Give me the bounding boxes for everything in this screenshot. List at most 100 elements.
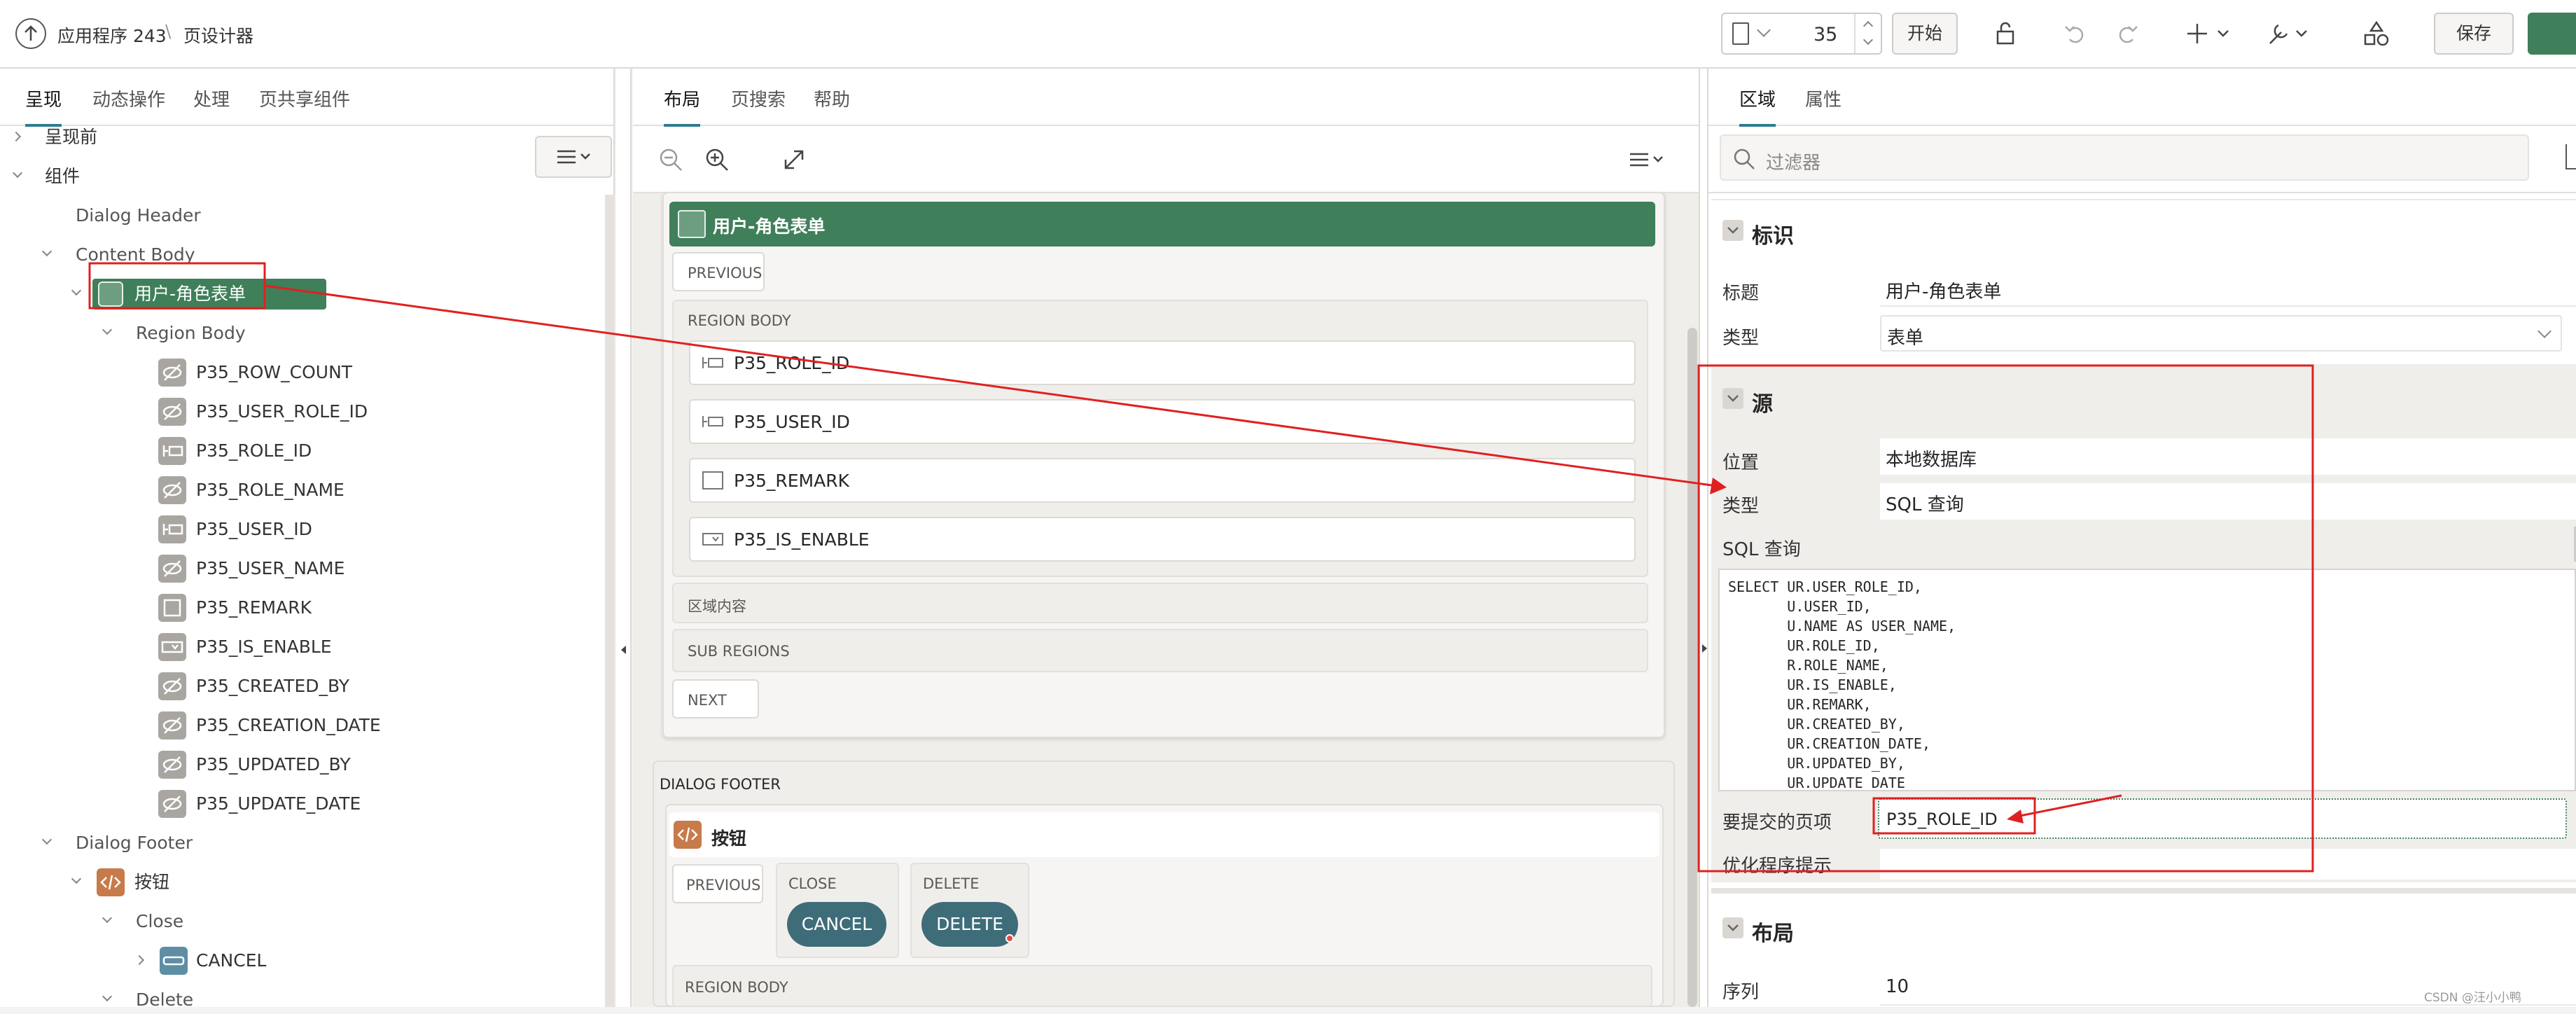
chevron-down-icon[interactable]	[2537, 324, 2551, 338]
location-select[interactable]: 本地数据库	[1880, 438, 2576, 475]
form-region-icon	[98, 282, 123, 307]
left-scrollbar[interactable]	[605, 195, 615, 1007]
tree-item-label: P35_CREATION_DATE	[196, 715, 381, 735]
tree-item-label: P35_IS_ENABLE	[196, 637, 332, 657]
expand-icon[interactable]	[780, 146, 808, 174]
layout-item-slot[interactable]: P35_ROLE_ID	[689, 340, 1636, 385]
filter-placeholder: 过滤器	[1766, 153, 1821, 174]
collapse-chevron-icon[interactable]	[1722, 220, 1743, 241]
sequence-value: 10	[1886, 976, 1909, 997]
layout-item-label: P35_IS_ENABLE	[734, 529, 870, 550]
tab-region[interactable]: 区域	[1739, 85, 1776, 127]
watermark: CSDN @汪小小鸭	[2424, 991, 2521, 1005]
region-content-slot[interactable]: 区域内容	[672, 583, 1648, 623]
page-stepper[interactable]	[1854, 14, 1882, 53]
button-icon	[160, 947, 188, 975]
delete-slot-label: DELETE	[923, 875, 980, 892]
hidden-item-icon	[158, 555, 186, 583]
hidden-item-icon	[158, 398, 186, 426]
form-region-title: 用户-角色表单	[713, 216, 826, 237]
zoom-in-icon[interactable]	[703, 146, 731, 174]
tab-shared-components[interactable]: 页共享组件	[259, 85, 350, 111]
shared-components-icon[interactable]	[2362, 20, 2390, 48]
collapse-chevron-icon[interactable]	[1722, 388, 1743, 409]
page-items-to-submit-label: 要提交的页项	[1722, 812, 1832, 833]
identification-section-header[interactable]	[1711, 199, 2576, 266]
tree-label-dialog-footer: Dialog Footer	[76, 833, 193, 853]
breadcrumb-separator: \	[165, 21, 172, 41]
left-splitter[interactable]	[616, 69, 632, 1007]
tab-rendering[interactable]: 呈现	[25, 85, 62, 127]
run-button[interactable]: 开始	[1892, 13, 1958, 55]
zoom-out-icon[interactable]	[657, 146, 685, 174]
run-page-button[interactable]	[2528, 13, 2576, 55]
display-only-item-icon	[702, 412, 724, 431]
save-button[interactable]: 保存	[2434, 13, 2514, 55]
next-slot-label: NEXT	[688, 692, 727, 709]
up-arrow-icon[interactable]	[15, 18, 46, 49]
chevron-up-icon[interactable]	[1863, 20, 1874, 32]
delete-button[interactable]: DELETE	[921, 902, 1018, 947]
buttons-region-header[interactable]: 按钮	[669, 812, 1659, 857]
wrench-icon[interactable]	[2266, 20, 2315, 48]
undo-icon[interactable]	[2063, 21, 2088, 46]
layout-tabs-bg	[633, 69, 1699, 126]
page-selector[interactable]: 35	[1721, 13, 1882, 55]
layout-item-label: P35_ROLE_ID	[734, 353, 850, 373]
footer-region-body-slot: REGION BODY	[672, 965, 1652, 1007]
sub-regions-slot[interactable]: SUB REGIONS	[672, 629, 1648, 672]
tree-item-label: P35_UPDATED_BY	[196, 754, 351, 775]
redo-icon[interactable]	[2115, 21, 2140, 46]
title-input[interactable]: 用户-角色表单	[1880, 270, 2576, 307]
tab-help[interactable]: 帮助	[814, 85, 850, 111]
tree-label-content-body: Content Body	[76, 244, 195, 265]
filter-input[interactable]: 过滤器	[1720, 134, 2529, 181]
tree-item-label: P35_REMARK	[196, 597, 312, 618]
tab-dynamic-actions[interactable]: 动态操作	[92, 85, 165, 111]
page-items-to-submit-input[interactable]: P35_ROLE_ID	[1878, 798, 2567, 839]
tree-item-label: P35_ROLE_ID	[196, 440, 312, 461]
tree-label-region-body: Region Body	[136, 323, 246, 343]
collapse-chevron-icon[interactable]	[1722, 917, 1743, 938]
create-menu-button[interactable]	[2187, 20, 2236, 48]
tree-item-label: P35_USER_ID	[196, 519, 312, 539]
tab-processing[interactable]: 处理	[193, 85, 230, 111]
right-splitter[interactable]	[1699, 69, 1708, 1007]
filter-options-edge[interactable]	[2565, 144, 2576, 169]
type-select[interactable]: 表单	[1880, 315, 2562, 352]
next-slot[interactable]: NEXT	[672, 679, 759, 718]
tab-attributes[interactable]: 属性	[1805, 85, 1842, 111]
layout-menu-button[interactable]	[1620, 146, 1676, 174]
layout-item-slot[interactable]: P35_USER_ID	[689, 399, 1636, 444]
tab-layout[interactable]: 布局	[664, 85, 701, 127]
lock-icon[interactable]	[1993, 21, 2018, 46]
tree-label-components: 组件	[45, 166, 81, 186]
page-number[interactable]: 35	[1813, 24, 1837, 46]
delete-button-label: DELETE	[936, 914, 1003, 934]
cancel-button-label: CANCEL	[801, 914, 872, 934]
layout-scrollbar[interactable]	[1687, 328, 1697, 1007]
switch-item-icon	[702, 529, 724, 549]
form-region-header[interactable]: 用户-角色表单	[669, 202, 1655, 246]
chevron-down-icon[interactable]	[1757, 23, 1771, 37]
layout-item-slot[interactable]: P35_REMARK	[689, 458, 1636, 503]
tree-node-dialog-header[interactable]: Dialog Header	[76, 202, 201, 230]
region-content-label: 区域内容	[688, 598, 746, 615]
layout-item-slot[interactable]: P35_IS_ENABLE	[689, 517, 1636, 562]
footer-previous-slot[interactable]: PREVIOUS	[672, 864, 763, 903]
cancel-button[interactable]: CANCEL	[787, 902, 886, 947]
sql-query-editor[interactable]: SELECT UR.USER_ROLE_ID, U.USER_ID, U.NAM…	[1718, 569, 2576, 791]
tree-item-label: P35_USER_ROLE_ID	[196, 401, 368, 422]
previous-slot[interactable]: PREVIOUS	[672, 252, 765, 291]
left-tabs: 呈现 动态操作 处理 页共享组件	[0, 69, 613, 127]
optimizer-hint-input[interactable]	[1880, 849, 2576, 880]
buttons-region-title: 按钮	[711, 828, 747, 849]
tree-menu-button[interactable]	[535, 136, 612, 178]
page-items-to-submit-value: P35_ROLE_ID	[1886, 810, 1998, 829]
chevron-down-icon[interactable]	[1863, 34, 1874, 46]
display-only-item-icon	[702, 353, 724, 373]
tab-page-search[interactable]: 页搜索	[731, 85, 786, 111]
source-type-select[interactable]: SQL 查询	[1880, 483, 2576, 520]
app-breadcrumb[interactable]: 应用程序 243	[57, 22, 167, 48]
region-body-label: REGION BODY	[688, 312, 791, 329]
